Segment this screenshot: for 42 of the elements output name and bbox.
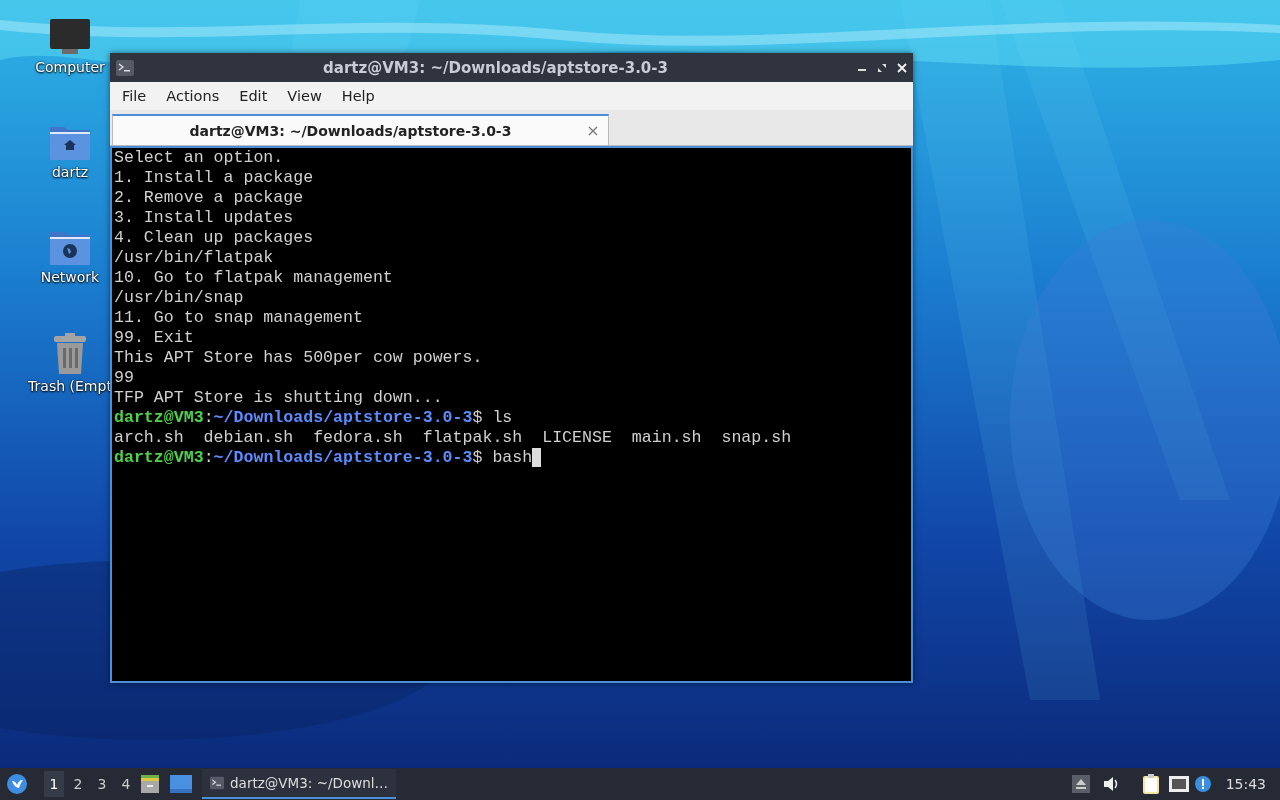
terminal-line: /usr/bin/flatpak [114, 248, 274, 268]
terminal-line: 99. Exit [114, 328, 194, 348]
prompt-line: dartz@VM3:~/Downloads/aptstore-3.0-3$ bash [114, 448, 542, 468]
terminal-line: 3. Install updates [114, 208, 294, 228]
terminal-line: 2. Remove a package [114, 188, 304, 208]
eject-icon[interactable] [1071, 775, 1090, 793]
monitor-icon [49, 18, 91, 56]
terminal-line: 99 [114, 368, 134, 388]
notification-icon[interactable] [1193, 775, 1212, 793]
clock[interactable]: 15:43 [1225, 776, 1266, 792]
terminal-line: TFP APT Store is shutting down... [114, 388, 443, 408]
terminal-tab[interactable]: dartz@VM3: ~/Downloads/aptstore-3.0-3 [112, 114, 609, 145]
prompt-line: dartz@VM3:~/Downloads/aptstore-3.0-3$ ls [114, 408, 513, 428]
workspace-button[interactable]: 1 [44, 771, 64, 797]
menu-item[interactable]: View [277, 88, 332, 104]
terminal-line: /usr/bin/snap [114, 288, 244, 308]
task-button[interactable]: dartz@VM3: ~/Downl… [202, 769, 396, 799]
terminal-line: 11. Go to snap management [114, 308, 363, 328]
workspace-button[interactable]: 3 [92, 771, 112, 797]
menu-item[interactable]: File [112, 88, 157, 104]
clipboard-icon[interactable] [1141, 774, 1160, 794]
terminal-line: 10. Go to flatpak management [114, 268, 393, 288]
window-title: dartz@VM3: ~/Downloads/aptstore-3.0-3 [322, 58, 669, 77]
menu-item[interactable]: Actions [156, 88, 230, 104]
terminal-icon [210, 775, 225, 791]
desktop-icon-label[interactable]: Network [40, 269, 100, 285]
menu-item[interactable]: Edit [229, 88, 278, 104]
desktop-icon-label[interactable]: Trash (Empt [28, 378, 112, 394]
terminal-icon [116, 59, 134, 76]
maximize-icon[interactable] [877, 62, 887, 73]
workspace-button[interactable]: 4 [116, 771, 136, 797]
terminal-line: 1. Install a package [114, 168, 314, 188]
start-menu-icon[interactable] [6, 773, 28, 795]
terminal-line: Select an option. [114, 148, 284, 168]
terminal-line: This APT Store has 500per cow powers. [114, 348, 483, 368]
menu-item[interactable]: Help [331, 88, 385, 104]
terminal-line: arch.sh debian.sh fedora.sh flatpak.sh LICENSE main.sh snap.sh [114, 428, 792, 448]
terminal-line: 4. Clean up packages [114, 228, 314, 248]
volume-icon[interactable] [1101, 775, 1120, 793]
workspace-button[interactable]: 2 [68, 771, 88, 797]
terminal-screen[interactable] [110, 146, 913, 683]
file-cabinet-icon[interactable] [140, 774, 160, 794]
